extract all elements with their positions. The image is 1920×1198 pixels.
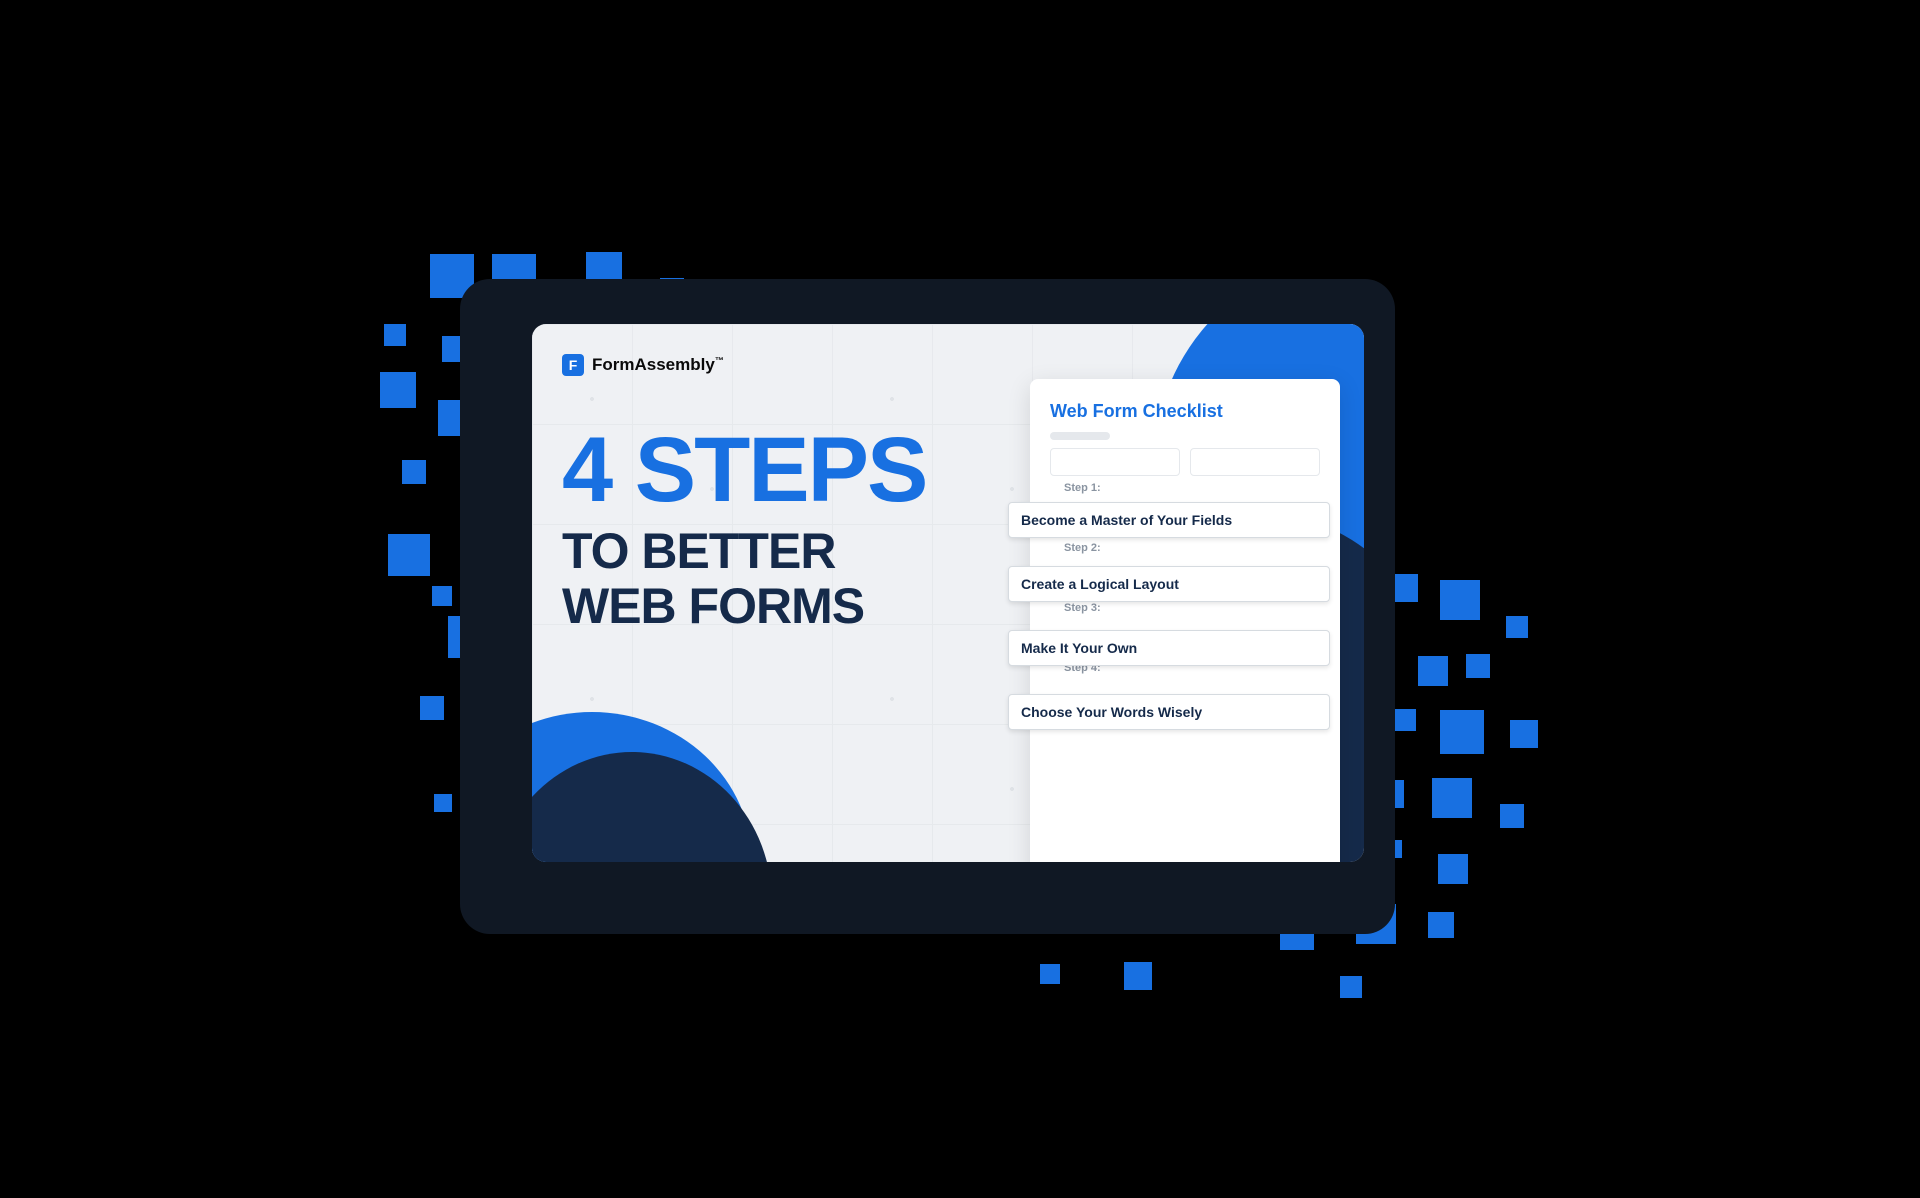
- step-field[interactable]: Create a Logical Layout: [1008, 566, 1330, 602]
- promo-graphic: F FormAssembly™ 4 STEPS TO BETTER WEB FO…: [260, 164, 1660, 1034]
- pixel-decor: [420, 696, 444, 720]
- pixel-decor: [1438, 854, 1468, 884]
- step-field[interactable]: Become a Master of Your Fields: [1008, 502, 1330, 538]
- checklist-card: Web Form Checklist Step 1: Become a Mast…: [1030, 379, 1340, 862]
- logo-text: FormAssembly™: [592, 355, 724, 375]
- pixel-decor: [384, 324, 406, 346]
- skeleton-input: [1190, 448, 1320, 476]
- pixel-decor: [1500, 804, 1524, 828]
- headline-line-3: WEB FORMS: [562, 579, 926, 634]
- pixel-decor: [1466, 654, 1490, 678]
- pixel-decor: [380, 372, 416, 408]
- pixel-decor: [1340, 976, 1362, 998]
- logo-mark-icon: F: [562, 354, 584, 376]
- pixel-decor: [1432, 778, 1472, 818]
- pixel-decor: [1418, 656, 1448, 686]
- pixel-decor: [1440, 580, 1480, 620]
- pixel-decor: [1040, 964, 1060, 984]
- pixel-decor: [1394, 709, 1416, 731]
- skeleton-inputs: [1050, 448, 1320, 476]
- headline-line-1: 4 STEPS: [562, 424, 926, 516]
- tablet-screen: F FormAssembly™ 4 STEPS TO BETTER WEB FO…: [532, 324, 1364, 862]
- headline-line-2: TO BETTER: [562, 524, 926, 579]
- step-field[interactable]: Make It Your Own: [1008, 630, 1330, 666]
- headline: 4 STEPS TO BETTER WEB FORMS: [562, 424, 926, 634]
- skeleton-label: [1050, 432, 1110, 440]
- card-title: Web Form Checklist: [1050, 401, 1320, 422]
- pixel-decor: [1124, 962, 1152, 990]
- pixel-decor: [1510, 720, 1538, 748]
- step-label: Step 3:: [1064, 602, 1320, 614]
- step-label: Step 1:: [1064, 482, 1320, 494]
- pixel-decor: [1506, 616, 1528, 638]
- brand-logo: F FormAssembly™: [562, 354, 724, 376]
- step-label: Step 2:: [1064, 542, 1320, 554]
- step-field[interactable]: Choose Your Words Wisely: [1008, 694, 1330, 730]
- pixel-decor: [1440, 710, 1484, 754]
- pixel-decor: [402, 460, 426, 484]
- pixel-decor: [434, 794, 452, 812]
- skeleton-input: [1050, 448, 1180, 476]
- pixel-decor: [1428, 912, 1454, 938]
- pixel-decor: [432, 586, 452, 606]
- pixel-decor: [388, 534, 430, 576]
